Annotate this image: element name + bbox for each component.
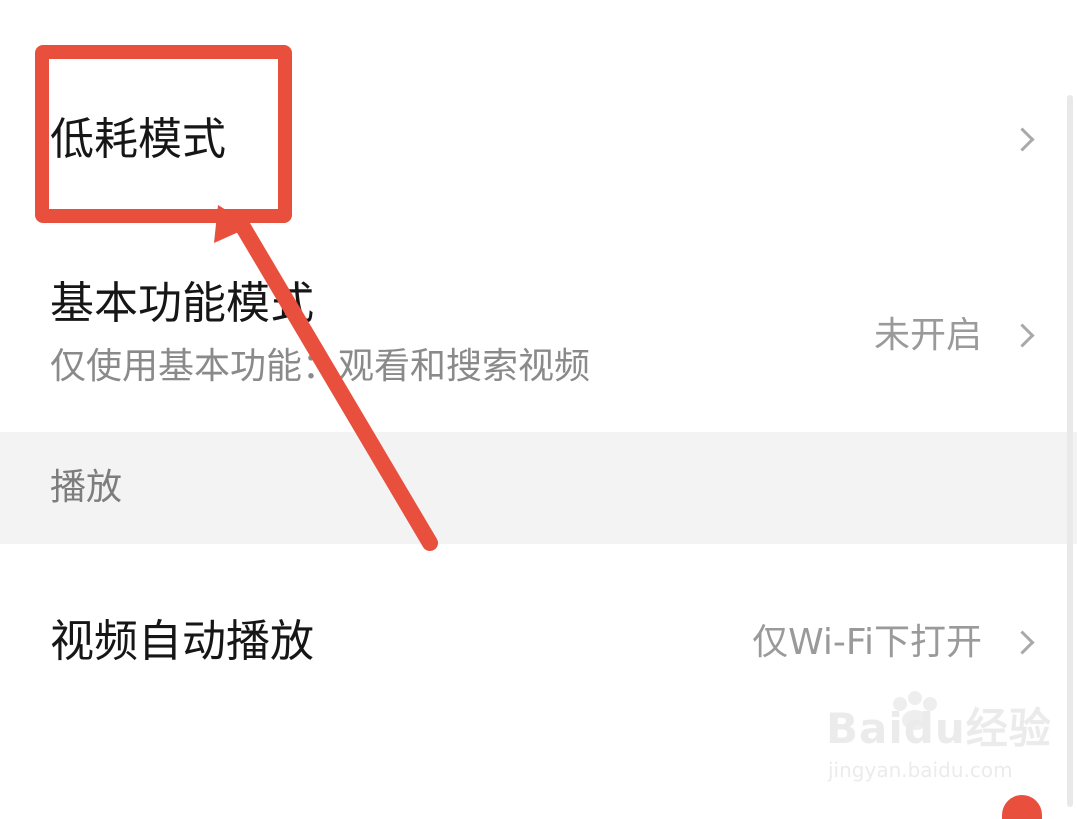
video-autoplay-value: 仅Wi-Fi下打开: [752, 622, 982, 663]
chevron-right-icon: [1010, 127, 1035, 152]
annotation-highlight-box: [35, 45, 292, 223]
watermark-url: jingyan.baidu.com: [828, 758, 1013, 782]
basic-mode-row[interactable]: 基本功能模式 仅使用基本功能：观看和搜索视频 未开启: [0, 215, 1077, 432]
watermark-brand: Baidu经验: [826, 704, 1052, 753]
playback-section-label: 播放: [50, 467, 123, 508]
playback-section-header: 播放: [0, 432, 1077, 544]
scrollbar[interactable]: [1067, 95, 1073, 807]
video-autoplay-title: 视频自动播放: [50, 616, 314, 667]
basic-mode-title: 基本功能模式: [50, 278, 314, 329]
chevron-right-icon: [1010, 323, 1035, 348]
basic-mode-subtitle: 仅使用基本功能：观看和搜索视频: [50, 346, 591, 387]
basic-mode-value: 未开启: [873, 315, 982, 356]
corner-decoration: [1002, 795, 1042, 819]
chevron-right-icon: [1010, 630, 1035, 655]
baidu-watermark: Baidu经验 jingyan.baidu.com: [826, 690, 1051, 785]
